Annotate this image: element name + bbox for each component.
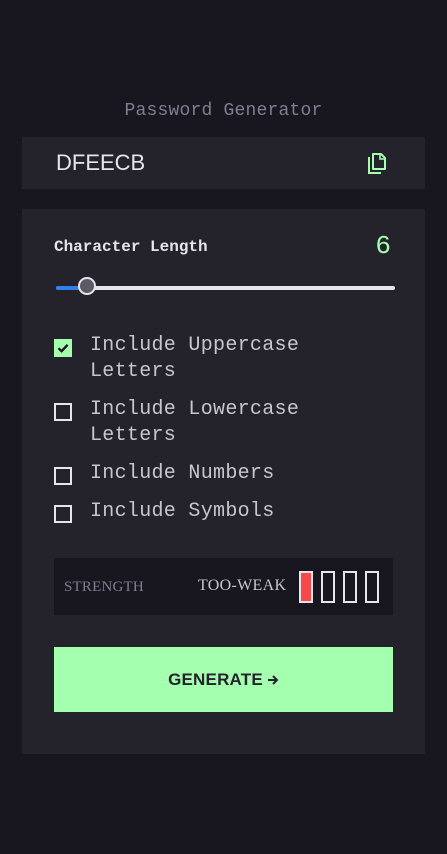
- uppercase-checkbox[interactable]: [54, 339, 72, 357]
- strength-bar: [343, 571, 357, 603]
- numbers-checkbox[interactable]: [54, 467, 72, 485]
- strength-bar: [321, 571, 335, 603]
- copy-icon: [368, 153, 386, 174]
- strength-bar: [365, 571, 379, 603]
- generate-label: GENERATE: [168, 669, 263, 689]
- strength-bar: [299, 571, 313, 603]
- strength-label: STRENGTH: [64, 579, 144, 595]
- symbols-checkbox[interactable]: [54, 505, 72, 523]
- numbers-label[interactable]: Include Numbers: [90, 461, 350, 487]
- settings-panel: Character Length 6 Include Uppercase Let…: [22, 209, 425, 754]
- generate-button[interactable]: GENERATE: [54, 647, 393, 712]
- symbols-label[interactable]: Include Symbols: [90, 499, 350, 525]
- arrow-right-icon: [267, 674, 279, 686]
- password-output[interactable]: DFEECB: [56, 150, 145, 176]
- checkmark-icon: [57, 343, 69, 353]
- lowercase-checkbox[interactable]: [54, 403, 72, 421]
- character-length-slider[interactable]: [56, 277, 395, 295]
- copy-button[interactable]: [366, 152, 388, 176]
- lowercase-label[interactable]: Include Lowercase Letters: [90, 397, 350, 449]
- character-length-value: 6: [375, 231, 391, 261]
- uppercase-label[interactable]: Include Uppercase Letters: [90, 333, 350, 385]
- app-title: Password Generator: [124, 101, 323, 121]
- password-display: DFEECB: [22, 137, 425, 189]
- character-length-label: Character Length: [54, 238, 208, 256]
- strength-rating: TOO-WEAK: [198, 577, 287, 594]
- slider-thumb[interactable]: [78, 277, 96, 295]
- strength-meter: STRENGTH TOO-WEAK: [54, 558, 393, 615]
